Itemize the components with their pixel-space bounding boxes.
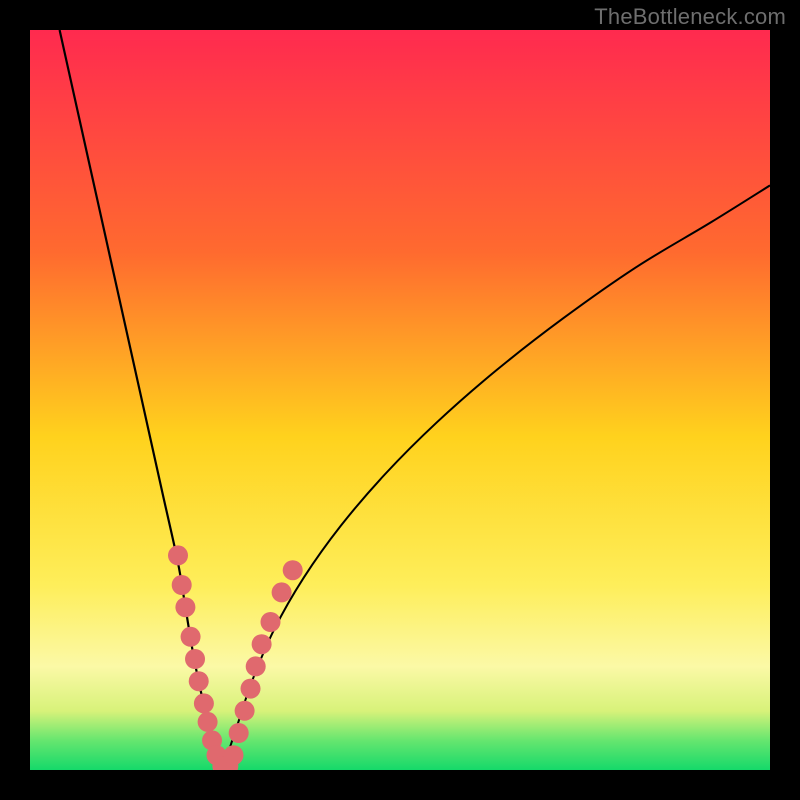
data-point [246,656,266,676]
data-point [175,597,195,617]
data-point [198,712,218,732]
data-point [189,671,209,691]
data-point [185,649,205,669]
data-point [172,575,192,595]
data-point [252,634,272,654]
data-point [168,545,188,565]
data-point [235,701,255,721]
data-point [229,723,249,743]
chart-frame: TheBottleneck.com [0,0,800,800]
data-point [261,612,281,632]
plot-area [30,30,770,770]
data-point [272,582,292,602]
data-point [194,693,214,713]
watermark-text: TheBottleneck.com [594,4,786,30]
data-point [241,679,261,699]
bottleneck-chart [30,30,770,770]
data-point [224,745,244,765]
data-point [283,560,303,580]
data-point [181,627,201,647]
